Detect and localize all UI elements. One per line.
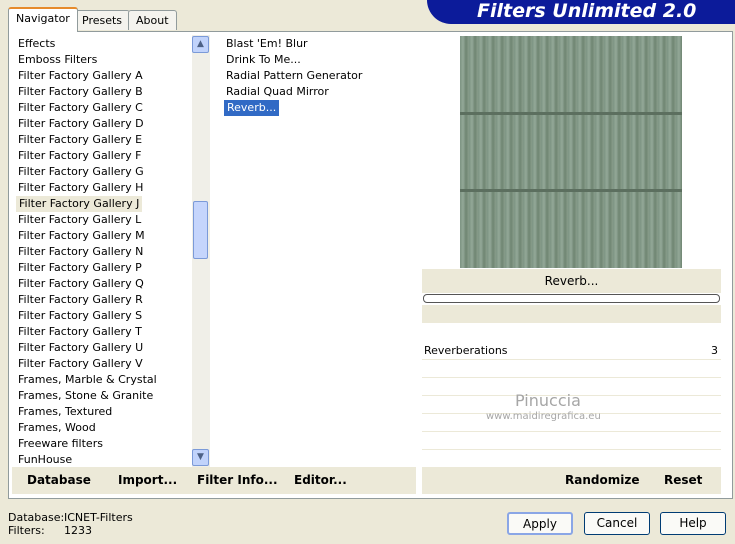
filter-list[interactable]: Blast 'Em! Blur Drink To Me... Radial Patt… [220,35,416,467]
watermark-name: Pinuccia [515,391,581,410]
category-item[interactable]: Frames, Marble & Crystal [18,372,157,388]
category-item[interactable]: Filter Factory Gallery H [18,180,143,196]
category-item[interactable]: Filter Factory Gallery C [18,100,143,116]
category-item[interactable]: Freeware filters [18,436,103,452]
category-list[interactable]: Effects Emboss Filters Filter Factory Gall… [12,35,211,467]
category-item[interactable]: Filter Factory Gallery N [18,244,143,260]
category-item[interactable]: Frames, Textured [18,404,112,420]
filter-item[interactable]: Radial Pattern Generator [226,68,362,84]
filters-label: Filters: [8,524,45,537]
category-item[interactable]: Frames, Wood [18,420,96,436]
category-item[interactable]: Filter Factory Gallery D [18,116,144,132]
param-row [422,451,721,468]
progress-bar [423,294,720,303]
filter-info-button[interactable]: Filter Info... [197,473,278,487]
category-item[interactable]: Filter Factory Gallery J [16,196,143,212]
param-row[interactable]: Reverberations 3 [422,343,721,360]
category-item[interactable]: Filter Factory Gallery M [18,228,145,244]
param-value: 3 [711,344,718,357]
param-row [422,433,721,450]
filter-item[interactable]: Radial Quad Mirror [226,84,329,100]
category-item[interactable]: FunHouse [18,452,72,468]
filter-item[interactable]: Blast 'Em! Blur [226,36,308,52]
preview-area [422,35,721,269]
category-item[interactable]: Filter Factory Gallery P [18,260,142,276]
scroll-up-button[interactable]: ▲ [192,36,209,53]
editor-button[interactable]: Editor... [294,473,347,487]
category-item[interactable]: Filter Factory Gallery F [18,148,141,164]
preview-image [460,36,682,268]
scroll-down-button[interactable]: ▼ [192,449,209,466]
param-name: Reverberations [424,344,508,357]
category-item[interactable]: Filter Factory Gallery R [18,292,143,308]
reset-button[interactable]: Reset [664,473,702,487]
cancel-button[interactable]: Cancel [584,512,650,535]
filter-item[interactable]: Reverb... [224,100,280,116]
category-item[interactable]: Filter Factory Gallery A [18,68,143,84]
options-band [422,305,721,323]
category-item[interactable]: Filter Factory Gallery B [18,84,143,100]
preview-tile-line [460,189,682,192]
category-item[interactable]: Frames, Stone & Granite [18,388,153,404]
randomize-button[interactable]: Randomize [565,473,639,487]
category-item[interactable]: Filter Factory Gallery T [18,324,142,340]
app-title: Filters Unlimited 2.0 [427,0,735,24]
filters-value: 1233 [64,524,92,537]
category-item[interactable]: Filter Factory Gallery S [18,308,142,324]
scroll-thumb[interactable] [193,201,208,259]
tab-navigator[interactable]: Navigator [8,7,78,32]
category-item[interactable]: Filter Factory Gallery G [18,164,144,180]
category-item[interactable]: Effects [18,36,55,52]
tab-presets[interactable]: Presets [74,10,131,30]
category-item[interactable]: Filter Factory Gallery V [18,356,143,372]
param-row [422,361,721,378]
category-item[interactable]: Filter Factory Gallery L [18,212,141,228]
preview-tile-line [460,112,682,115]
watermark-url: www.maidiregrafica.eu [486,411,601,422]
filter-item[interactable]: Drink To Me... [226,52,301,68]
help-button[interactable]: Help [660,512,726,535]
preview-caption-bar: Reverb... [422,269,721,293]
database-label: Database: [8,511,65,524]
database-value: ICNET-Filters [64,511,133,524]
apply-button[interactable]: Apply [507,512,573,535]
category-scrollbar[interactable]: ▲ ▼ [192,35,210,467]
category-item[interactable]: Filter Factory Gallery Q [18,276,144,292]
database-button[interactable]: Database [27,473,91,487]
category-item[interactable]: Filter Factory Gallery E [18,132,142,148]
category-item[interactable]: Emboss Filters [18,52,97,68]
tab-about[interactable]: About [128,10,177,30]
import-button[interactable]: Import... [118,473,177,487]
category-item[interactable]: Filter Factory Gallery U [18,340,143,356]
